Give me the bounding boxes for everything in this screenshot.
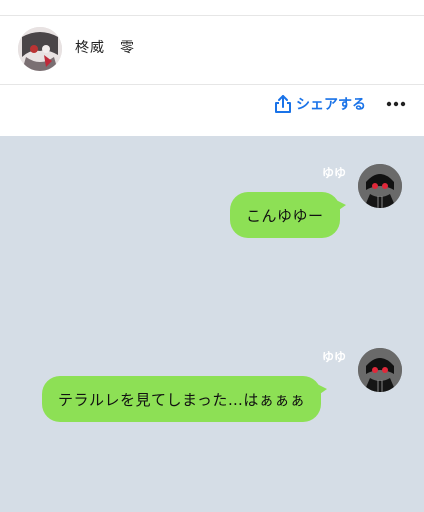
top-strip: [0, 0, 424, 16]
sender-avatar[interactable]: [358, 348, 402, 392]
avatar[interactable]: [18, 27, 62, 71]
contact-name: 柊威 零: [75, 40, 135, 56]
chat-area: ゆゆ こんゆゆー ゆゆ テラルレを見てしまった…はぁぁぁ: [0, 136, 424, 512]
chat-header: 柊威 零: [0, 17, 424, 85]
share-icon: [275, 95, 291, 113]
message-bubble: テラルレを見てしまった…はぁぁぁ: [42, 376, 328, 422]
more-icon: [386, 101, 406, 107]
message-sender: ゆゆ: [322, 350, 347, 364]
share-label: シェアする: [296, 97, 366, 113]
action-bar: シェアする: [0, 86, 424, 136]
share-button[interactable]: シェアする: [274, 92, 366, 116]
more-button[interactable]: [384, 92, 408, 116]
message-bubble: こんゆゆー: [230, 192, 346, 238]
sender-avatar[interactable]: [358, 164, 402, 208]
message-sender: ゆゆ: [322, 166, 347, 180]
